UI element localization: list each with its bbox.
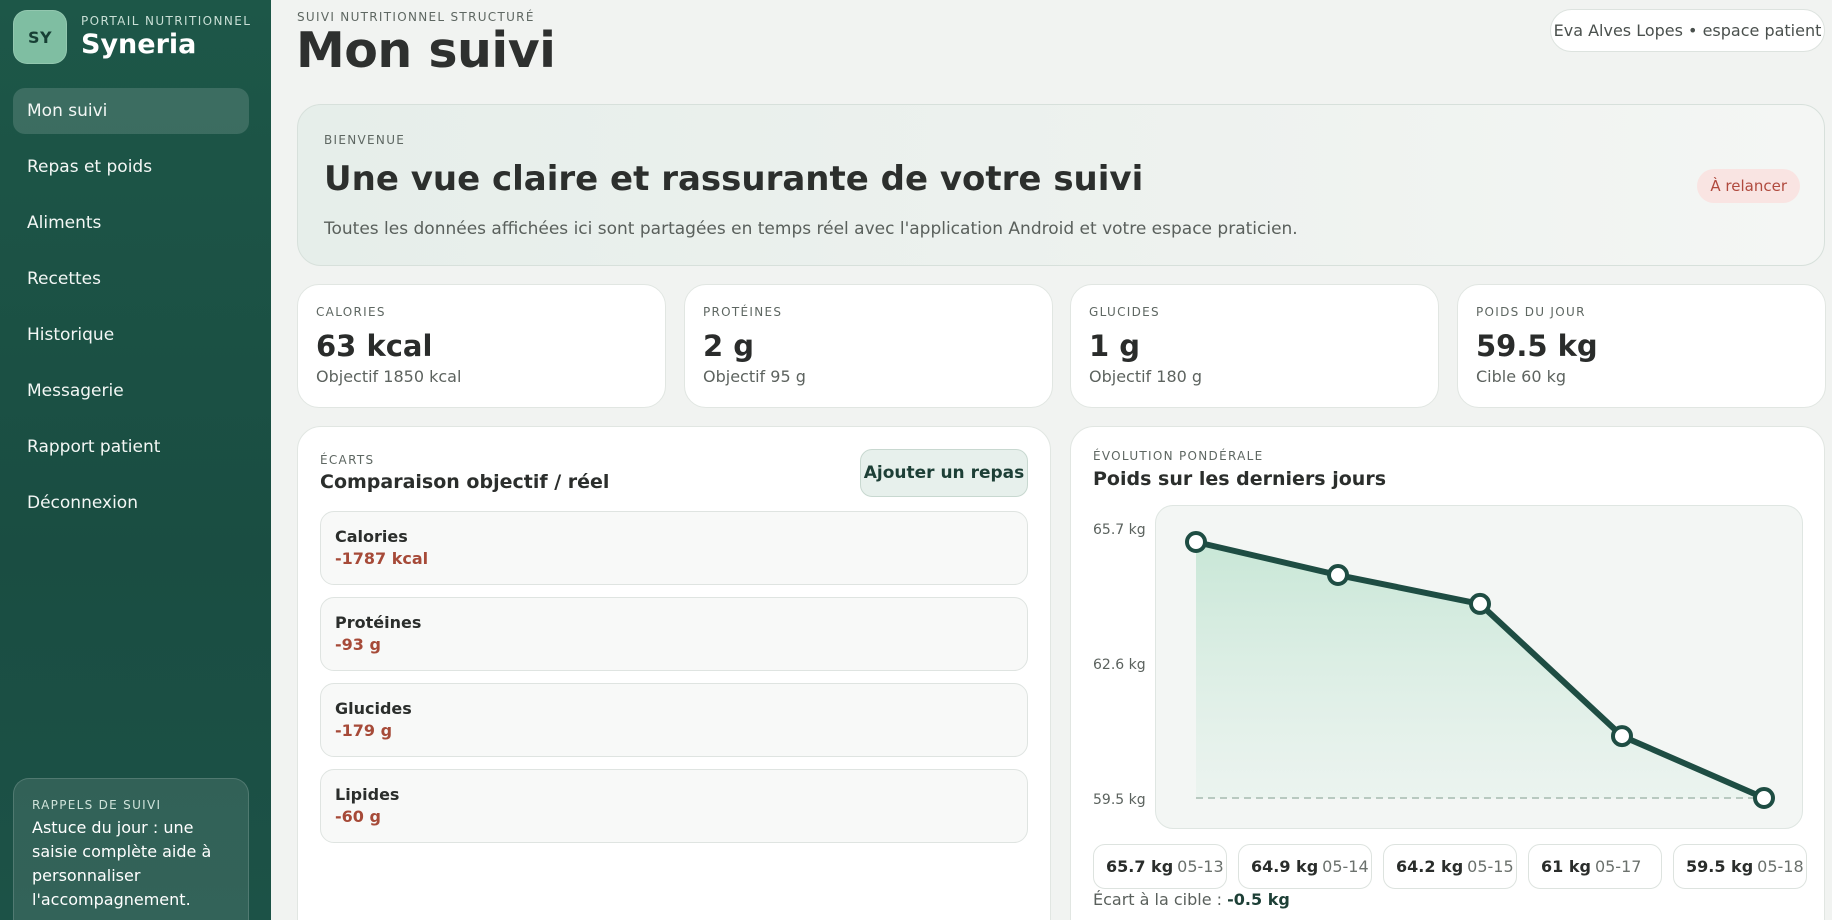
stat-card-calories: CALORIES 63 kcal Objectif 1850 kcal xyxy=(297,284,666,408)
gap-row-lipides: Lipides -60 g xyxy=(320,769,1028,843)
weight-point-05-18 xyxy=(1753,787,1775,809)
chip-date: 05-17 xyxy=(1594,857,1642,876)
reminder-text: Astuce du jour : une saisie complète aid… xyxy=(32,818,212,909)
weight-point-05-17 xyxy=(1611,725,1633,748)
welcome-card: BIENVENUE Une vue claire et rassurante d… xyxy=(297,104,1825,266)
status-badge: À relancer xyxy=(1697,169,1800,203)
y-tick-label: 65.7 kg xyxy=(1093,522,1146,538)
page-title: Mon suivi xyxy=(296,22,556,79)
brand-avatar: SY xyxy=(13,10,67,64)
chip-weight: 65.7 kg xyxy=(1106,857,1174,876)
brand: SY PORTAIL NUTRITIONNEL Syneria xyxy=(13,10,251,64)
reminder-card: RAPPELS DE SUIVI Astuce du jour : une sa… xyxy=(13,778,249,920)
gap-row-proteines: Protéines -93 g xyxy=(320,597,1028,671)
gap-value: -93 g xyxy=(335,635,381,654)
sidebar-item-rapport-patient[interactable]: Rapport patient xyxy=(13,424,249,470)
stat-value: 63 kcal xyxy=(316,329,433,363)
chip-date: 05-13 xyxy=(1177,857,1224,876)
weight-chart-svg xyxy=(1185,531,1775,809)
weight-title: Poids sur les derniers jours xyxy=(1093,468,1387,490)
chip-date: 05-14 xyxy=(1322,857,1369,876)
sidebar-item-mon-suivi[interactable]: Mon suivi xyxy=(13,88,249,134)
sidebar-item-deconnexion[interactable]: Déconnexion xyxy=(13,480,249,526)
gap-label: Calories xyxy=(335,527,408,546)
stat-target: Objectif 95 g xyxy=(703,367,806,386)
gaps-list: Calories -1787 kcal Protéines -93 g Gluc… xyxy=(320,511,1028,855)
stat-value: 59.5 kg xyxy=(1476,329,1598,363)
sidebar-item-repas-et-poids[interactable]: Repas et poids xyxy=(13,144,249,190)
gap-label: Lipides xyxy=(335,785,400,804)
gaps-eyebrow: ÉCARTS xyxy=(320,453,375,467)
user-pill[interactable]: Eva Alves Lopes • espace patient xyxy=(1550,9,1825,52)
gaps-panel: ÉCARTS Comparaison objectif / réel Ajout… xyxy=(297,426,1051,920)
gap-value: -1787 kcal xyxy=(335,549,429,568)
sidebar-item-messagerie[interactable]: Messagerie xyxy=(13,368,249,414)
stat-target: Objectif 180 g xyxy=(1089,367,1203,386)
welcome-eyebrow: BIENVENUE xyxy=(324,133,406,147)
target-gap-value: -0.5 kg xyxy=(1227,890,1290,909)
weight-chip: 61 kg 05-17 xyxy=(1528,844,1662,889)
gap-row-calories: Calories -1787 kcal xyxy=(320,511,1028,585)
chip-weight: 64.9 kg xyxy=(1251,857,1319,876)
sidebar-item-recettes[interactable]: Recettes xyxy=(13,256,249,302)
gap-row-glucides: Glucides -179 g xyxy=(320,683,1028,757)
welcome-title: Une vue claire et rassurante de votre su… xyxy=(324,159,1144,199)
brand-name: Syneria xyxy=(81,29,197,60)
gap-value: -60 g xyxy=(335,807,381,826)
weight-panel: ÉVOLUTION PONDÉRALE Poids sur les dernie… xyxy=(1070,426,1825,920)
weight-point-05-14 xyxy=(1327,564,1349,587)
chip-weight: 59.5 kg xyxy=(1686,857,1754,876)
weight-chip: 59.5 kg 05-18 xyxy=(1673,844,1807,889)
weight-chart xyxy=(1155,505,1803,829)
weight-chip: 64.9 kg 05-14 xyxy=(1238,844,1372,889)
chip-weight: 61 kg xyxy=(1541,857,1591,876)
reminder-title: RAPPELS DE SUIVI xyxy=(32,798,162,812)
stat-card-proteines: PROTÉINES 2 g Objectif 95 g xyxy=(684,284,1053,408)
y-tick-label: 59.5 kg xyxy=(1093,792,1146,808)
weight-point-05-13 xyxy=(1185,531,1207,553)
stat-value: 2 g xyxy=(703,329,755,363)
stat-label: GLUCIDES xyxy=(1089,305,1160,319)
stat-target: Cible 60 kg xyxy=(1476,367,1567,386)
chip-date: 05-15 xyxy=(1467,857,1514,876)
sidebar: SY PORTAIL NUTRITIONNEL Syneria Mon suiv… xyxy=(0,0,271,920)
stat-label: PROTÉINES xyxy=(703,305,783,319)
stat-label: POIDS DU JOUR xyxy=(1476,305,1586,319)
stat-card-poids: POIDS DU JOUR 59.5 kg Cible 60 kg xyxy=(1457,284,1826,408)
stat-target: Objectif 1850 kcal xyxy=(316,367,462,386)
chip-weight: 64.2 kg xyxy=(1396,857,1464,876)
weight-chips: 65.7 kg 05-13 64.9 kg 05-14 64.2 kg 05-15 6… xyxy=(1093,844,1807,889)
target-gap-label: Écart à la cible : xyxy=(1093,890,1223,909)
weight-point-05-15 xyxy=(1469,592,1491,615)
gap-label: Protéines xyxy=(335,613,422,632)
welcome-text: Toutes les données affichées ici sont pa… xyxy=(324,219,1298,239)
chip-date: 05-18 xyxy=(1757,857,1804,876)
gap-label: Glucides xyxy=(335,699,412,718)
brand-subtitle: PORTAIL NUTRITIONNEL xyxy=(81,14,252,28)
gaps-title: Comparaison objectif / réel xyxy=(320,471,610,493)
sidebar-item-aliments[interactable]: Aliments xyxy=(13,200,249,246)
stat-card-glucides: GLUCIDES 1 g Objectif 180 g xyxy=(1070,284,1439,408)
weight-eyebrow: ÉVOLUTION PONDÉRALE xyxy=(1093,449,1264,463)
sidebar-item-historique[interactable]: Historique xyxy=(13,312,249,358)
stat-label: CALORIES xyxy=(316,305,386,319)
gap-value: -179 g xyxy=(335,721,393,740)
stat-value: 1 g xyxy=(1089,329,1141,363)
weight-chip: 65.7 kg 05-13 xyxy=(1093,844,1227,889)
weight-chip: 64.2 kg 05-15 xyxy=(1383,844,1517,889)
add-meal-button[interactable]: Ajouter un repas xyxy=(860,449,1028,497)
sidebar-nav: Mon suivi Repas et poids Aliments Recett… xyxy=(13,88,249,536)
target-gap: Écart à la cible : -0.5 kg xyxy=(1093,890,1290,909)
y-tick-label: 62.6 kg xyxy=(1093,657,1146,673)
